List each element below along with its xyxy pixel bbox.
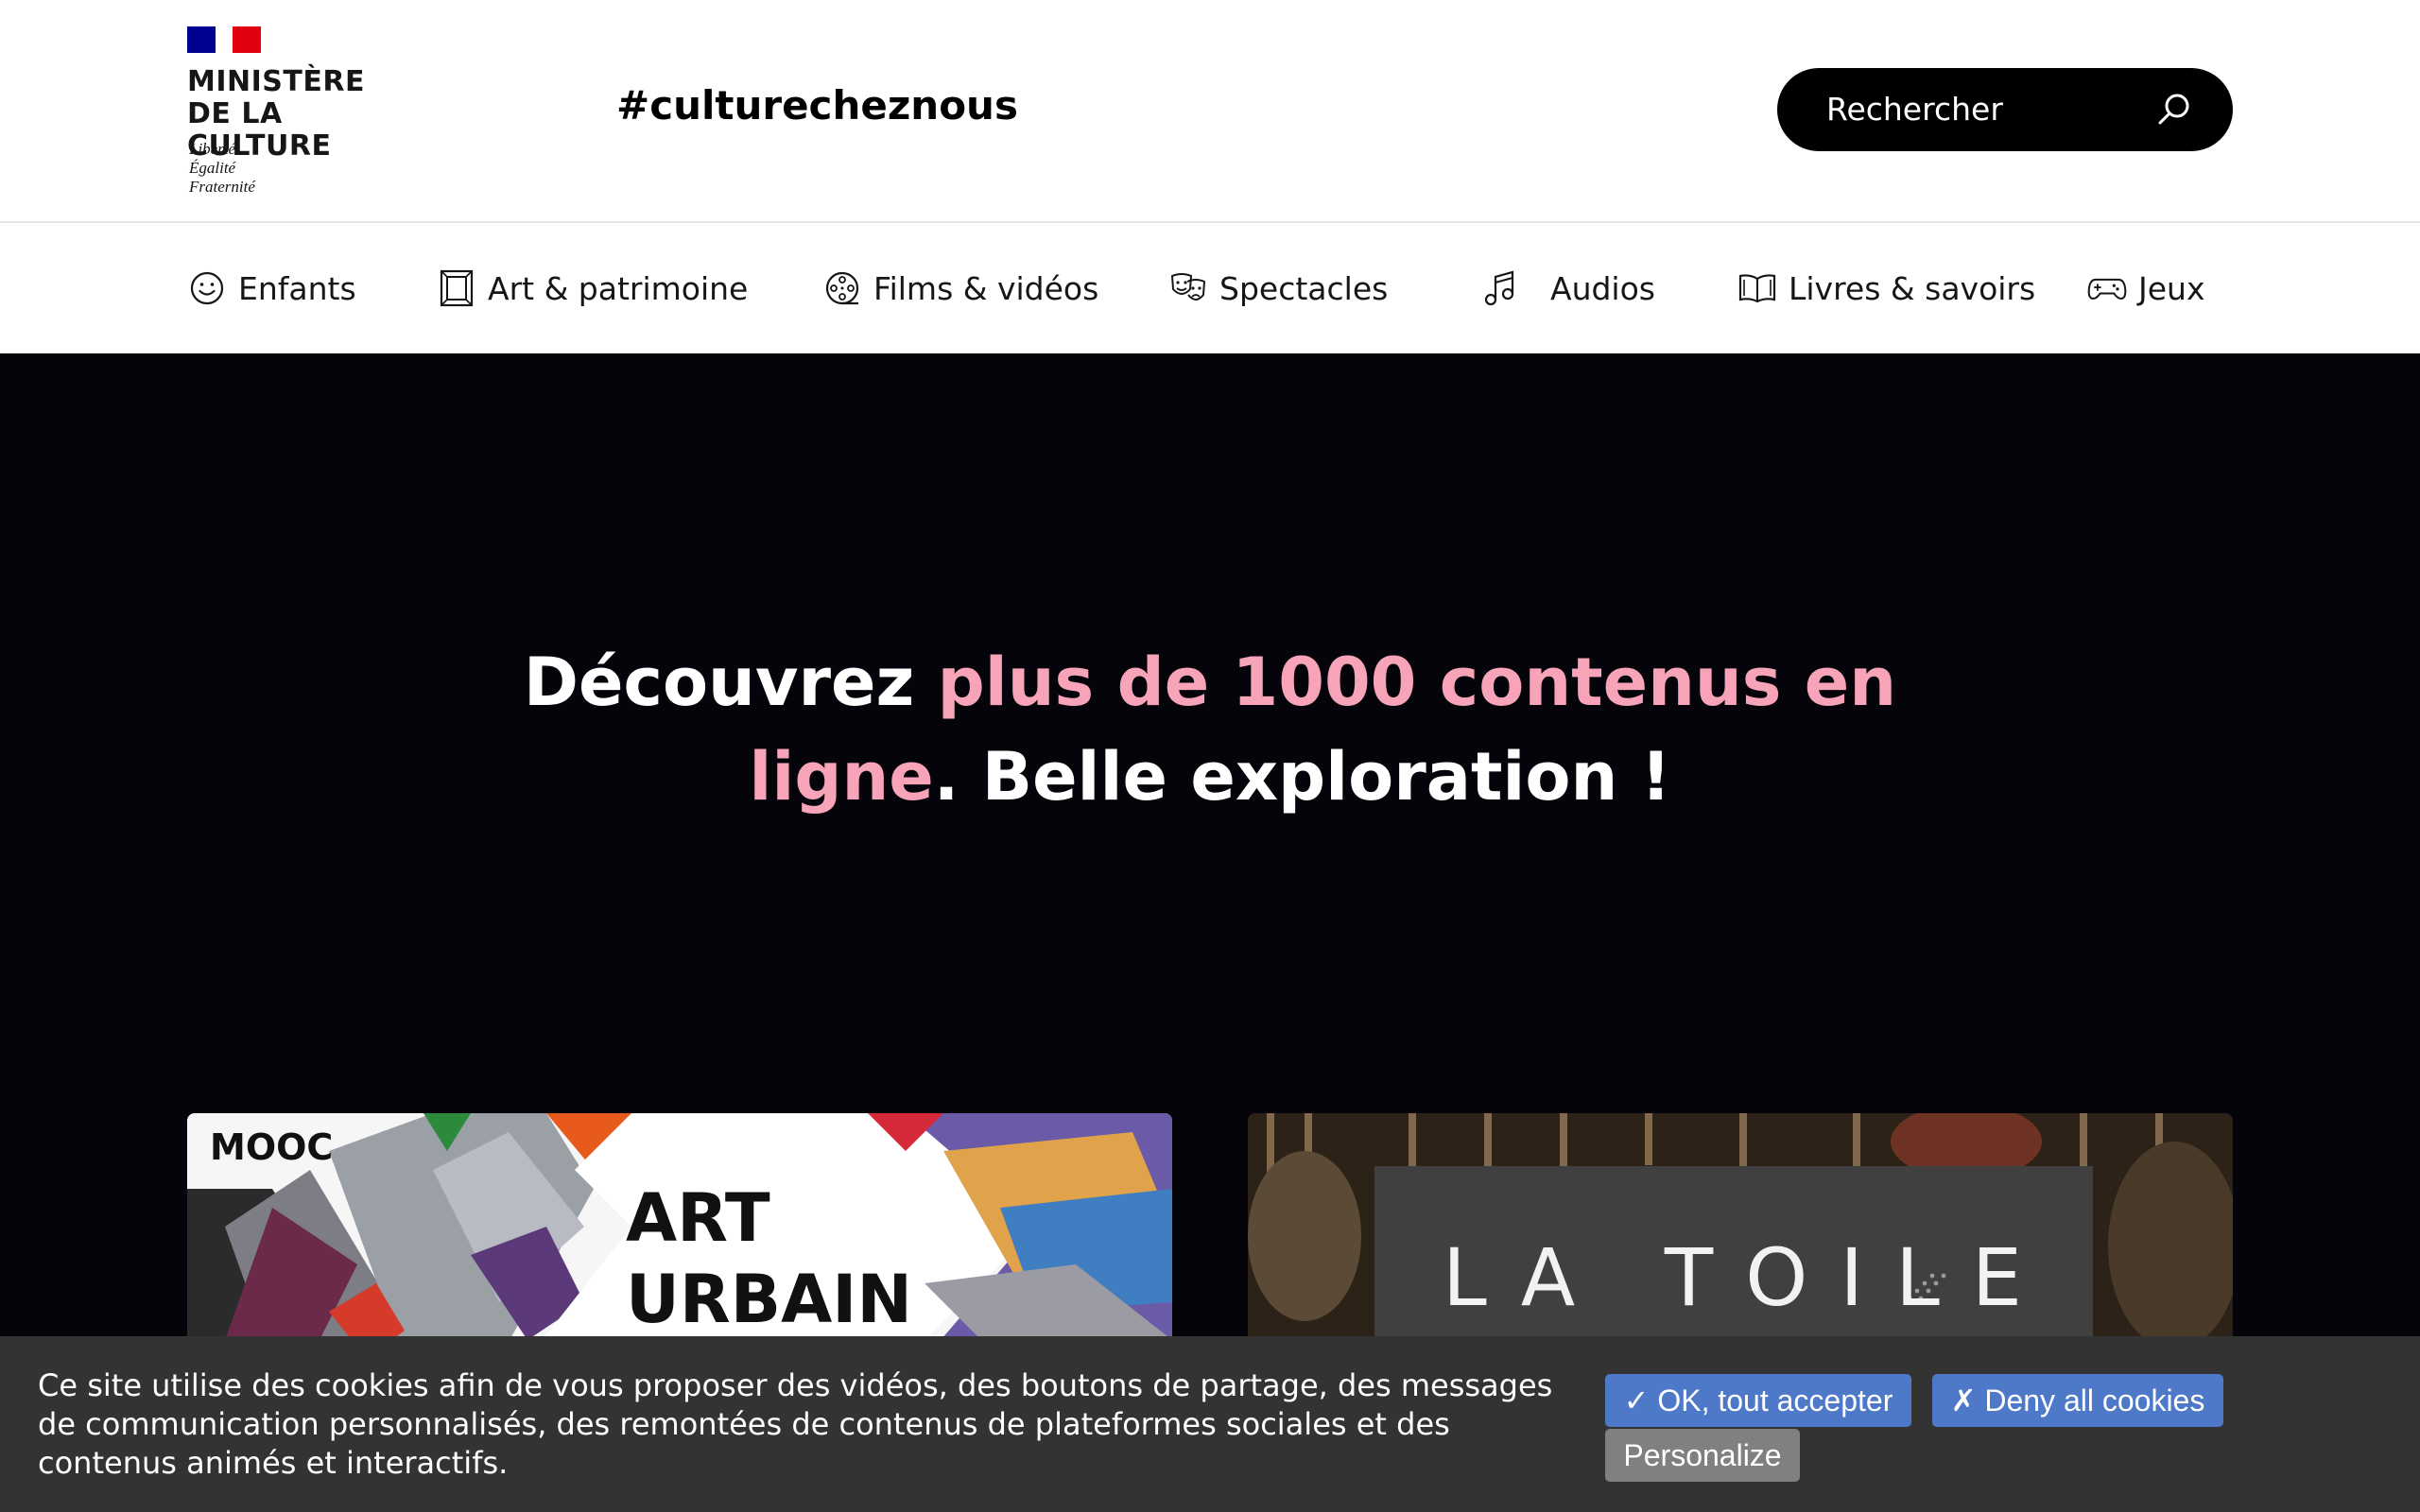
film-reel-icon	[825, 271, 859, 305]
smiley-icon	[190, 271, 224, 305]
personalize-cookies-button[interactable]: Personalize	[1605, 1429, 1800, 1482]
cookie-text: Ce site utilise des cookies afin de vous…	[38, 1367, 1553, 1481]
search-bar[interactable]	[1777, 68, 2233, 151]
nav-label-audios: Audios	[1550, 269, 1655, 307]
hero-title-part1: Découvrez	[523, 644, 938, 721]
picture-frame-icon	[440, 269, 474, 307]
theater-masks-icon	[1170, 273, 1206, 301]
card-badge-mooc: MOOC	[210, 1126, 334, 1168]
card-mooc-art-urbain[interactable]: MOOC ART URBAIN	[187, 1113, 1172, 1359]
card-title-urbain: URBAIN	[626, 1261, 912, 1338]
cookie-banner: Ce site utilise des cookies afin de vous…	[0, 1336, 2420, 1512]
motto-line2: Égalité	[189, 159, 236, 177]
nav-label-livres-savoirs: Livres & savoirs	[1789, 269, 2036, 307]
ministry-logo[interactable]: MINISTÈRE DE LA CULTURE Liberté Égalité …	[187, 26, 433, 197]
site-hashtag[interactable]: #culturecheznous	[616, 81, 1018, 130]
nav-label-spectacles: Spectacles	[1219, 269, 1389, 307]
hero-title: Découvrez plus de 1000 contenus en ligne.…	[510, 635, 1910, 824]
nav-label-enfants: Enfants	[238, 269, 356, 307]
nav-item-audios[interactable]: Audios	[1480, 223, 1655, 353]
hero-title-part2: . Belle exploration !	[933, 738, 1671, 816]
nav-item-enfants[interactable]: Enfants	[187, 223, 356, 353]
nav-label-art-patrimoine: Art & patrimoine	[488, 269, 749, 307]
nav-item-jeux[interactable]: Jeux	[2087, 223, 2204, 353]
nav-item-livres-savoirs[interactable]: Livres & savoirs	[1737, 223, 2035, 353]
category-nav: Enfants Art & patrimoine Films & vidéos	[0, 223, 2420, 353]
search-icon[interactable]	[2155, 91, 2193, 129]
site-header: MINISTÈRE DE LA CULTURE Liberté Égalité …	[0, 0, 2420, 223]
deny-all-cookies-button[interactable]: ✗ Deny all cookies	[1932, 1374, 2223, 1427]
card-title-art: ART	[626, 1179, 770, 1257]
french-flag-icon	[187, 26, 261, 53]
nav-item-art-patrimoine[interactable]: Art & patrimoine	[437, 223, 748, 353]
nav-item-spectacles[interactable]: Spectacles	[1168, 223, 1388, 353]
accept-all-cookies-button[interactable]: ✓ OK, tout accepter	[1605, 1374, 1911, 1427]
hero-title-highlight1: plus de 1000 contenus en	[937, 644, 1897, 721]
music-note-icon	[1484, 270, 1514, 306]
logo-motto: Liberté Égalité Fraternité	[189, 140, 255, 197]
motto-line1: Liberté	[189, 140, 236, 158]
gamepad-icon	[2087, 278, 2127, 300]
nav-item-films-videos[interactable]: Films & vidéos	[822, 223, 1098, 353]
hero-title-highlight2: ligne	[749, 738, 934, 816]
open-book-icon	[1738, 274, 1776, 303]
nav-label-films-videos: Films & vidéos	[873, 269, 1099, 307]
search-input[interactable]	[1826, 68, 2148, 151]
card-la-toile[interactable]: LA TOILE	[1248, 1113, 2233, 1359]
logo-title-line1: MINISTÈRE	[187, 65, 365, 98]
card-title-la-toile: LA TOILE	[1443, 1231, 2054, 1324]
nav-label-jeux: Jeux	[2138, 269, 2205, 307]
motto-line3: Fraternité	[189, 178, 255, 196]
